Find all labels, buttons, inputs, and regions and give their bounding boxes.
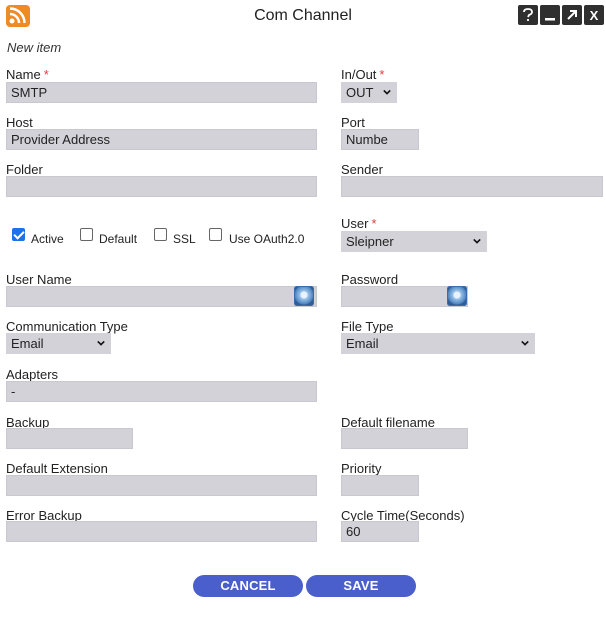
ssl-checkbox[interactable] <box>154 228 167 241</box>
chevron-down-icon <box>521 340 529 346</box>
communication-type-value: Email <box>11 336 44 351</box>
error-backup-input[interactable] <box>6 521 317 542</box>
ssl-checkbox-label: SSL <box>173 232 196 246</box>
port-label: Port <box>341 115 365 130</box>
priority-input[interactable] <box>341 475 419 496</box>
user-name-label: User Name <box>6 272 72 287</box>
user-label: User * <box>341 216 377 231</box>
password-label: Password <box>341 272 399 287</box>
window-title: Com Channel <box>254 7 352 24</box>
file-type-select[interactable]: Email <box>341 333 535 354</box>
chevron-down-icon <box>383 89 391 95</box>
folder-label: Folder <box>6 162 43 177</box>
backup-input[interactable] <box>6 428 133 449</box>
required-marker: * <box>379 67 385 82</box>
default-filename-input[interactable] <box>341 428 468 449</box>
default-extension-input[interactable] <box>6 475 317 496</box>
popout-icon[interactable] <box>562 5 582 25</box>
minimize-icon[interactable] <box>540 5 560 25</box>
use-oauth2-checkbox-label: Use OAuth2.0 <box>229 232 305 246</box>
user-value: Sleipner <box>346 234 394 249</box>
window-controls: X <box>518 5 604 25</box>
close-icon[interactable]: X <box>584 5 604 25</box>
file-type-value: Email <box>346 336 379 351</box>
name-label: Name * <box>6 67 49 82</box>
cycle-time-input[interactable] <box>341 521 419 542</box>
host-input[interactable] <box>6 129 317 150</box>
file-type-label: File Type <box>341 319 394 334</box>
form-subtitle: New item <box>7 40 62 55</box>
active-checkbox[interactable] <box>12 228 25 241</box>
port-input[interactable] <box>341 129 419 150</box>
com-channel-dialog: Com Channel X New item Name* In/Out* OUT… <box>0 0 606 623</box>
default-checkbox[interactable] <box>80 228 93 241</box>
chevron-down-icon <box>473 238 481 244</box>
default-checkbox-label: Default <box>99 232 138 246</box>
user-select[interactable]: Sleipner <box>341 231 487 252</box>
priority-label: Priority <box>341 461 382 476</box>
chevron-down-icon <box>97 340 105 346</box>
help-icon[interactable] <box>518 5 538 25</box>
user-name-input[interactable] <box>6 286 317 307</box>
communication-type-label: Communication Type <box>6 319 128 334</box>
in-out-label: In/Out * <box>341 67 385 82</box>
sender-input[interactable] <box>341 176 603 197</box>
title-bar: Com Channel X <box>0 0 606 32</box>
communication-type-select[interactable]: Email <box>6 333 111 354</box>
in-out-select[interactable]: OUT <box>341 82 397 103</box>
save-button[interactable]: SAVE <box>306 575 416 597</box>
sender-label: Sender <box>341 162 383 177</box>
default-extension-label: Default Extension <box>6 461 108 476</box>
name-input[interactable] <box>6 82 317 103</box>
use-oauth2-checkbox[interactable] <box>209 228 222 241</box>
folder-input[interactable] <box>6 176 317 197</box>
user-name-lookup-icon[interactable] <box>294 286 314 306</box>
adapters-label: Adapters <box>6 367 59 382</box>
required-marker: * <box>43 67 49 82</box>
host-label: Host <box>6 115 33 130</box>
required-marker: * <box>371 216 377 231</box>
password-lookup-icon[interactable] <box>447 286 467 306</box>
active-checkbox-label: Active <box>31 232 64 246</box>
cancel-button[interactable]: CANCEL <box>193 575 303 597</box>
in-out-value: OUT <box>346 85 374 100</box>
adapters-input[interactable] <box>6 381 317 402</box>
